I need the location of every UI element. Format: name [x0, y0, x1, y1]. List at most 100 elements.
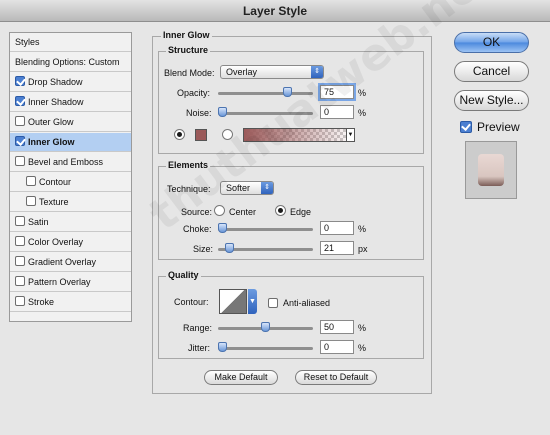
noise-label: Noise: [186, 108, 212, 118]
contour-label: Contour: [174, 297, 209, 307]
sidebar-item-label: Inner Shadow [28, 97, 84, 107]
layer-style-dialog: Layer Style Styles Blending Options: Cus… [0, 0, 550, 435]
source-label: Source: [181, 207, 213, 217]
opacity-slider-thumb[interactable] [282, 87, 292, 97]
sidebar-item-label: Pattern Overlay [28, 277, 91, 287]
sidebar-item-bevel-emboss[interactable]: Bevel and Emboss [10, 153, 131, 172]
sidebar-item-gradient-overlay[interactable]: Gradient Overlay [10, 253, 131, 272]
bevel-emboss-checkbox[interactable] [15, 156, 25, 166]
size-unit: px [358, 244, 368, 254]
sidebar-item-stroke[interactable]: Stroke [10, 293, 131, 312]
sidebar-item-inner-glow[interactable]: Inner Glow [10, 133, 131, 152]
sidebar-item-label: Styles [15, 37, 40, 47]
sidebar-item-label: Inner Glow [28, 137, 75, 147]
range-percent: % [358, 323, 367, 333]
sidebar-item-label: Drop Shadow [28, 77, 83, 87]
jitter-input[interactable]: 0 [320, 340, 354, 354]
choke-percent: % [358, 224, 367, 234]
source-center-radio[interactable] [214, 205, 225, 216]
sidebar-item-pattern-overlay[interactable]: Pattern Overlay [10, 273, 131, 292]
sidebar-item-label: Blending Options: Custom [15, 57, 120, 67]
opacity-percent: % [358, 88, 367, 98]
style-preview [465, 141, 517, 199]
sidebar-item-label: Outer Glow [28, 117, 74, 127]
stroke-checkbox[interactable] [15, 296, 25, 306]
sidebar-item-inner-shadow[interactable]: Inner Shadow [10, 93, 131, 112]
range-input[interactable]: 50 [320, 320, 354, 334]
gradient-overlay-checkbox[interactable] [15, 256, 25, 266]
sidebar-item-label: Color Overlay [28, 237, 84, 247]
pattern-overlay-checkbox[interactable] [15, 276, 25, 286]
styles-list: Styles Blending Options: Custom Drop Sha… [9, 32, 132, 322]
opacity-input[interactable]: 75 [320, 85, 354, 99]
gradient-radio[interactable] [222, 129, 233, 140]
technique-select[interactable]: Softer ⇕ [220, 181, 274, 195]
glow-color-swatch[interactable] [195, 129, 207, 141]
new-style-button[interactable]: New Style... [454, 90, 529, 111]
satin-checkbox[interactable] [15, 216, 25, 226]
updown-arrows-icon: ⇕ [311, 66, 323, 78]
structure-title: Structure [166, 45, 211, 55]
outer-glow-checkbox[interactable] [15, 116, 25, 126]
reset-to-default-button[interactable]: Reset to Default [295, 370, 377, 385]
technique-label: Technique: [167, 184, 211, 194]
anti-aliased-checkbox[interactable] [268, 298, 278, 308]
sidebar-item-styles[interactable]: Styles [10, 33, 131, 52]
contour-picker[interactable] [219, 289, 247, 314]
drop-shadow-checkbox[interactable] [15, 76, 25, 86]
source-edge-radio[interactable] [275, 205, 286, 216]
quality-title: Quality [166, 270, 201, 280]
choke-label: Choke: [183, 224, 212, 234]
noise-percent: % [358, 108, 367, 118]
size-slider[interactable] [218, 243, 313, 253]
source-center-label: Center [229, 207, 257, 217]
sidebar-item-drop-shadow[interactable]: Drop Shadow [10, 73, 131, 92]
sidebar-item-color-overlay[interactable]: Color Overlay [10, 233, 131, 252]
sidebar-item-satin[interactable]: Satin [10, 213, 131, 232]
noise-slider-thumb[interactable] [218, 107, 227, 117]
anti-aliased-label: Anti-aliased [283, 298, 331, 308]
jitter-slider-thumb[interactable] [218, 342, 227, 352]
ok-button[interactable]: OK [454, 32, 529, 53]
color-overlay-checkbox[interactable] [15, 236, 25, 246]
sidebar-item-texture[interactable]: Texture [10, 193, 131, 212]
elements-title: Elements [166, 160, 211, 170]
preview-checkbox[interactable] [460, 121, 472, 133]
source-edge-label: Edge [290, 207, 312, 217]
range-slider[interactable] [218, 322, 313, 332]
noise-slider[interactable] [218, 107, 313, 117]
size-input[interactable]: 21 [320, 241, 354, 255]
blend-mode-select[interactable]: Overlay ⇕ [220, 65, 324, 79]
blend-mode-label: Blend Mode: [164, 68, 215, 78]
noise-input[interactable]: 0 [320, 105, 354, 119]
contour-checkbox[interactable] [26, 176, 36, 186]
chevron-down-icon: ▼ [346, 129, 354, 141]
size-slider-thumb[interactable] [225, 243, 235, 253]
sidebar-item-label: Gradient Overlay [28, 257, 97, 267]
cancel-button[interactable]: Cancel [454, 61, 529, 82]
sidebar-item-blending-options[interactable]: Blending Options: Custom [10, 53, 131, 72]
texture-checkbox[interactable] [26, 196, 36, 206]
window-title: Layer Style [0, 0, 550, 22]
inner-glow-checkbox[interactable] [15, 136, 25, 146]
chevron-down-icon[interactable]: ▼ [248, 289, 257, 314]
jitter-slider[interactable] [218, 342, 313, 352]
solid-color-radio[interactable] [174, 129, 185, 140]
preview-label: Preview [477, 120, 520, 134]
sidebar-item-label: Bevel and Emboss [28, 157, 104, 167]
range-label: Range: [183, 323, 213, 333]
choke-slider-thumb[interactable] [218, 223, 227, 233]
make-default-button[interactable]: Make Default [204, 370, 278, 385]
preview-swatch [478, 154, 504, 186]
inner-shadow-checkbox[interactable] [15, 96, 25, 106]
choke-input[interactable]: 0 [320, 221, 354, 235]
jitter-label: Jitter: [188, 343, 211, 353]
choke-slider[interactable] [218, 223, 313, 233]
sidebar-item-outer-glow[interactable]: Outer Glow [10, 113, 131, 132]
opacity-slider[interactable] [218, 87, 313, 97]
glow-gradient-picker[interactable]: ▼ [243, 128, 355, 142]
technique-value: Softer [226, 183, 251, 193]
range-slider-thumb[interactable] [261, 322, 270, 332]
sidebar-item-contour[interactable]: Contour [10, 173, 131, 192]
size-label: Size: [193, 244, 214, 254]
